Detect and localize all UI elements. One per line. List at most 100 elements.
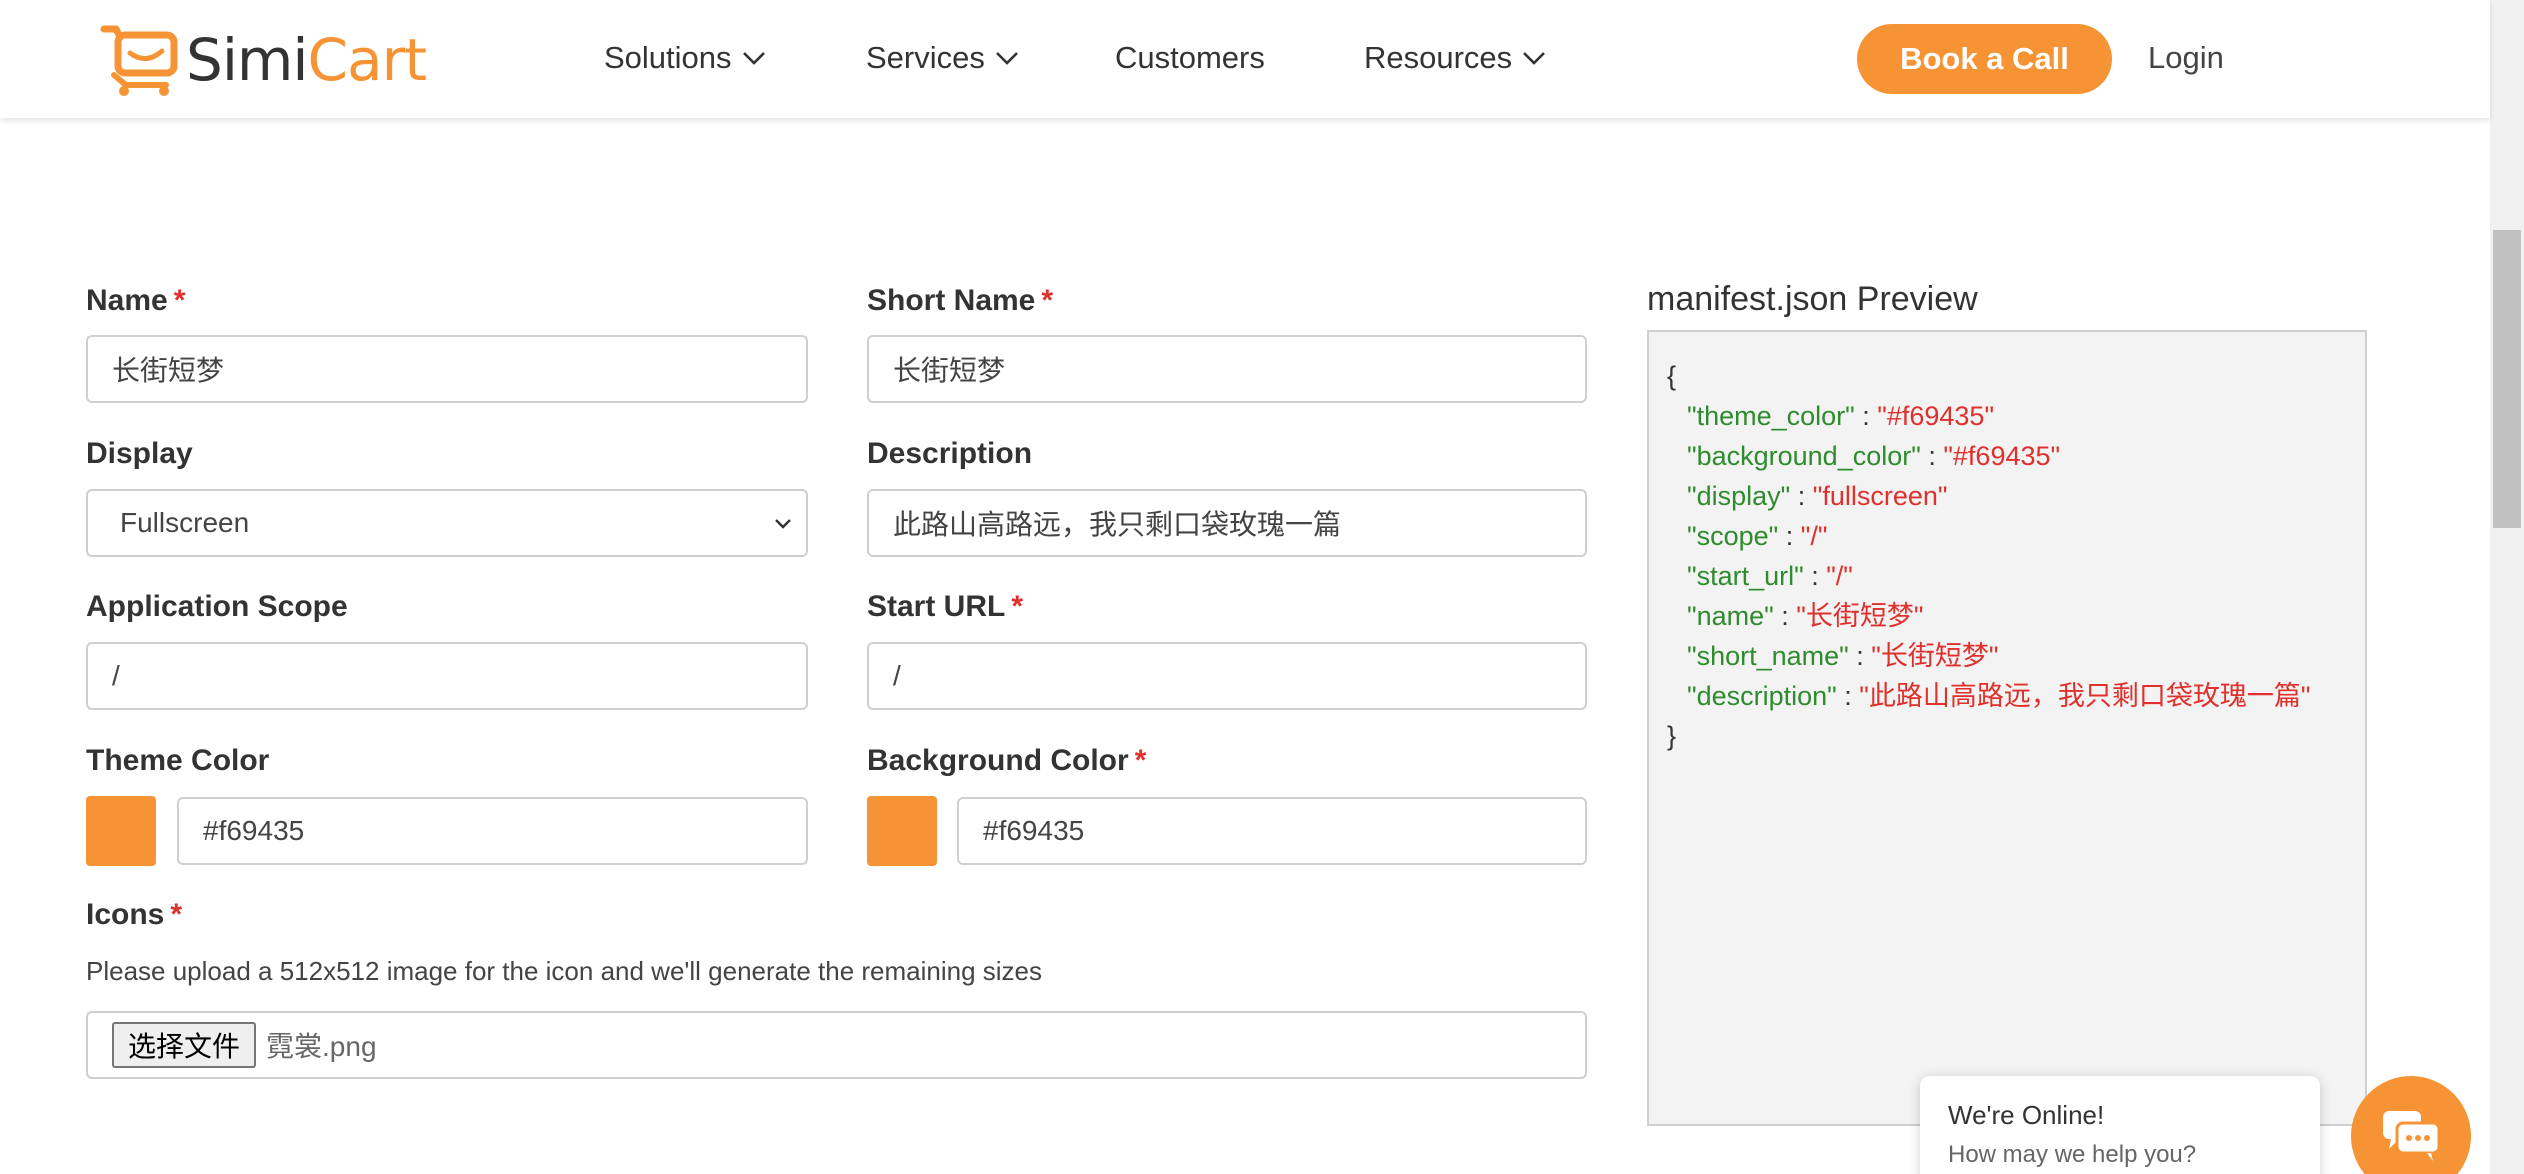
logo-simi: Simi bbox=[186, 26, 309, 94]
chat-bubble-icon bbox=[2383, 1111, 2441, 1161]
name-label-text: Name bbox=[86, 284, 168, 317]
json-line-start-url: "start_url" : "/" bbox=[1667, 556, 2347, 596]
nav-services-label: Services bbox=[866, 40, 985, 75]
scope-label: Application Scope bbox=[86, 590, 348, 624]
nav-solutions-label: Solutions bbox=[604, 40, 732, 75]
manifest-preview-box: { "theme_color" : "#f69435" "background_… bbox=[1647, 330, 2367, 1126]
required-mark: * bbox=[1011, 590, 1024, 623]
required-mark: * bbox=[1041, 284, 1054, 317]
name-input-value: 长街短梦 bbox=[112, 355, 225, 386]
json-key: "description" bbox=[1687, 681, 1837, 711]
nav-customers-label: Customers bbox=[1115, 40, 1265, 75]
json-line-background-color: "background_color" : "#f69435" bbox=[1667, 436, 2347, 476]
theme-color-swatch[interactable] bbox=[86, 796, 156, 866]
json-key: "start_url" bbox=[1687, 561, 1804, 591]
icons-hint: Please upload a 512x512 image for the ic… bbox=[86, 956, 1043, 986]
nav-solutions[interactable]: Solutions bbox=[604, 30, 766, 86]
nav-customers[interactable]: Customers bbox=[1115, 30, 1265, 86]
chat-prompt-card[interactable]: We're Online! How may we help you? bbox=[1920, 1076, 2320, 1174]
json-key: "scope" bbox=[1687, 521, 1779, 551]
json-separator: : bbox=[1773, 601, 1797, 631]
theme-color-input[interactable]: #f69435 bbox=[177, 797, 808, 865]
json-value: "此路山高路远，我只剩口袋玫瑰一篇" bbox=[1859, 681, 2311, 711]
json-value: "长街短梦" bbox=[1796, 601, 1924, 631]
name-label: Name * bbox=[86, 284, 185, 318]
simicart-logo[interactable]: SimiCart bbox=[100, 20, 428, 100]
json-close-brace: } bbox=[1667, 721, 1677, 751]
json-value: "#f69435" bbox=[1877, 401, 1995, 431]
description-input-value: 此路山高路远，我只剩口袋玫瑰一篇 bbox=[893, 509, 1342, 540]
short-name-input[interactable]: 长街短梦 bbox=[867, 335, 1587, 403]
nav-resources-label: Resources bbox=[1364, 40, 1513, 75]
required-mark: * bbox=[170, 898, 183, 931]
description-input[interactable]: 此路山高路远，我只剩口袋玫瑰一篇 bbox=[867, 489, 1587, 557]
json-separator: : bbox=[1803, 561, 1827, 591]
json-line-short-name: "short_name" : "长街短梦" bbox=[1667, 636, 2347, 676]
site-header: SimiCart Solutions Services Customers Re… bbox=[0, 0, 2490, 118]
json-key: "background_color" bbox=[1687, 441, 1921, 471]
json-separator: : bbox=[1790, 481, 1813, 511]
manifest-preview-title: manifest.json Preview bbox=[1647, 280, 1978, 318]
json-key: "name" bbox=[1687, 601, 1774, 631]
json-line-theme-color: "theme_color" : "#f69435" bbox=[1667, 396, 2347, 436]
background-color-label-text: Background Color bbox=[867, 744, 1129, 777]
short-name-label: Short Name * bbox=[867, 284, 1053, 318]
json-separator: : bbox=[1778, 521, 1801, 551]
background-color-swatch[interactable] bbox=[867, 796, 937, 866]
cart-monitor-icon bbox=[100, 25, 178, 96]
description-label-text: Description bbox=[867, 437, 1033, 470]
json-value: "长街短梦" bbox=[1871, 641, 1999, 671]
json-open-brace: { bbox=[1667, 361, 1677, 391]
icon-file-input[interactable]: 选择文件 霓裳.png bbox=[86, 1011, 1587, 1079]
login-link[interactable]: Login bbox=[2148, 30, 2224, 86]
display-select[interactable]: Fullscreen bbox=[86, 489, 808, 557]
json-line-display: "display" : "fullscreen" bbox=[1667, 476, 2347, 516]
chevron-down-icon bbox=[742, 52, 765, 65]
chevron-down-icon bbox=[995, 52, 1018, 65]
json-line-description: "description" : "此路山高路远，我只剩口袋玫瑰一篇" bbox=[1667, 676, 2347, 716]
json-line-scope: "scope" : "/" bbox=[1667, 516, 2347, 556]
nav-services[interactable]: Services bbox=[866, 30, 1019, 86]
background-color-label: Background Color * bbox=[867, 744, 1146, 778]
scrollbar-thumb[interactable] bbox=[2493, 230, 2521, 528]
display-label: Display bbox=[86, 437, 193, 471]
json-value: "fullscreen" bbox=[1812, 481, 1948, 511]
start-url-input[interactable]: / bbox=[867, 642, 1587, 710]
display-label-text: Display bbox=[86, 437, 193, 470]
page-scrollbar[interactable] bbox=[2490, 0, 2524, 1174]
json-value: "#f69435" bbox=[1943, 441, 2061, 471]
icons-label-text: Icons bbox=[86, 898, 165, 931]
short-name-input-value: 长街短梦 bbox=[893, 355, 1006, 386]
json-key: "theme_color" bbox=[1687, 401, 1855, 431]
short-name-label-text: Short Name bbox=[867, 284, 1036, 317]
background-color-input[interactable]: #f69435 bbox=[957, 797, 1587, 865]
scope-label-text: Application Scope bbox=[86, 590, 348, 623]
book-a-call-button[interactable]: Book a Call bbox=[1857, 24, 2112, 94]
chat-launcher-button[interactable] bbox=[2351, 1076, 2471, 1174]
display-select-value: Fullscreen bbox=[120, 507, 250, 538]
json-value: "/" bbox=[1800, 521, 1828, 551]
choose-file-button[interactable]: 选择文件 bbox=[112, 1022, 257, 1068]
required-mark: * bbox=[1134, 744, 1147, 777]
theme-color-input-value: #f69435 bbox=[203, 815, 305, 846]
json-line-name: "name" : "长街短梦" bbox=[1667, 596, 2347, 636]
logo-cart: Cart bbox=[307, 26, 428, 94]
theme-color-label: Theme Color bbox=[86, 744, 269, 778]
json-separator: : bbox=[1920, 441, 1944, 471]
name-input[interactable]: 长街短梦 bbox=[86, 335, 808, 403]
logo-wordmark: SimiCart bbox=[186, 26, 428, 94]
icons-label: Icons * bbox=[86, 898, 182, 932]
json-key: "display" bbox=[1687, 481, 1791, 511]
scope-input[interactable]: / bbox=[86, 642, 808, 710]
json-key: "short_name" bbox=[1687, 641, 1849, 671]
description-label: Description bbox=[867, 437, 1032, 471]
chevron-down-icon bbox=[1523, 52, 1546, 65]
chat-prompt: How may we help you? bbox=[1948, 1141, 2197, 1168]
json-separator: : bbox=[1854, 401, 1878, 431]
start-url-label: Start URL * bbox=[867, 590, 1023, 624]
nav-resources[interactable]: Resources bbox=[1364, 30, 1546, 86]
json-value: "/" bbox=[1826, 561, 1853, 591]
start-url-input-value: / bbox=[893, 660, 901, 691]
required-mark: * bbox=[173, 284, 186, 317]
scope-input-value: / bbox=[112, 660, 120, 691]
